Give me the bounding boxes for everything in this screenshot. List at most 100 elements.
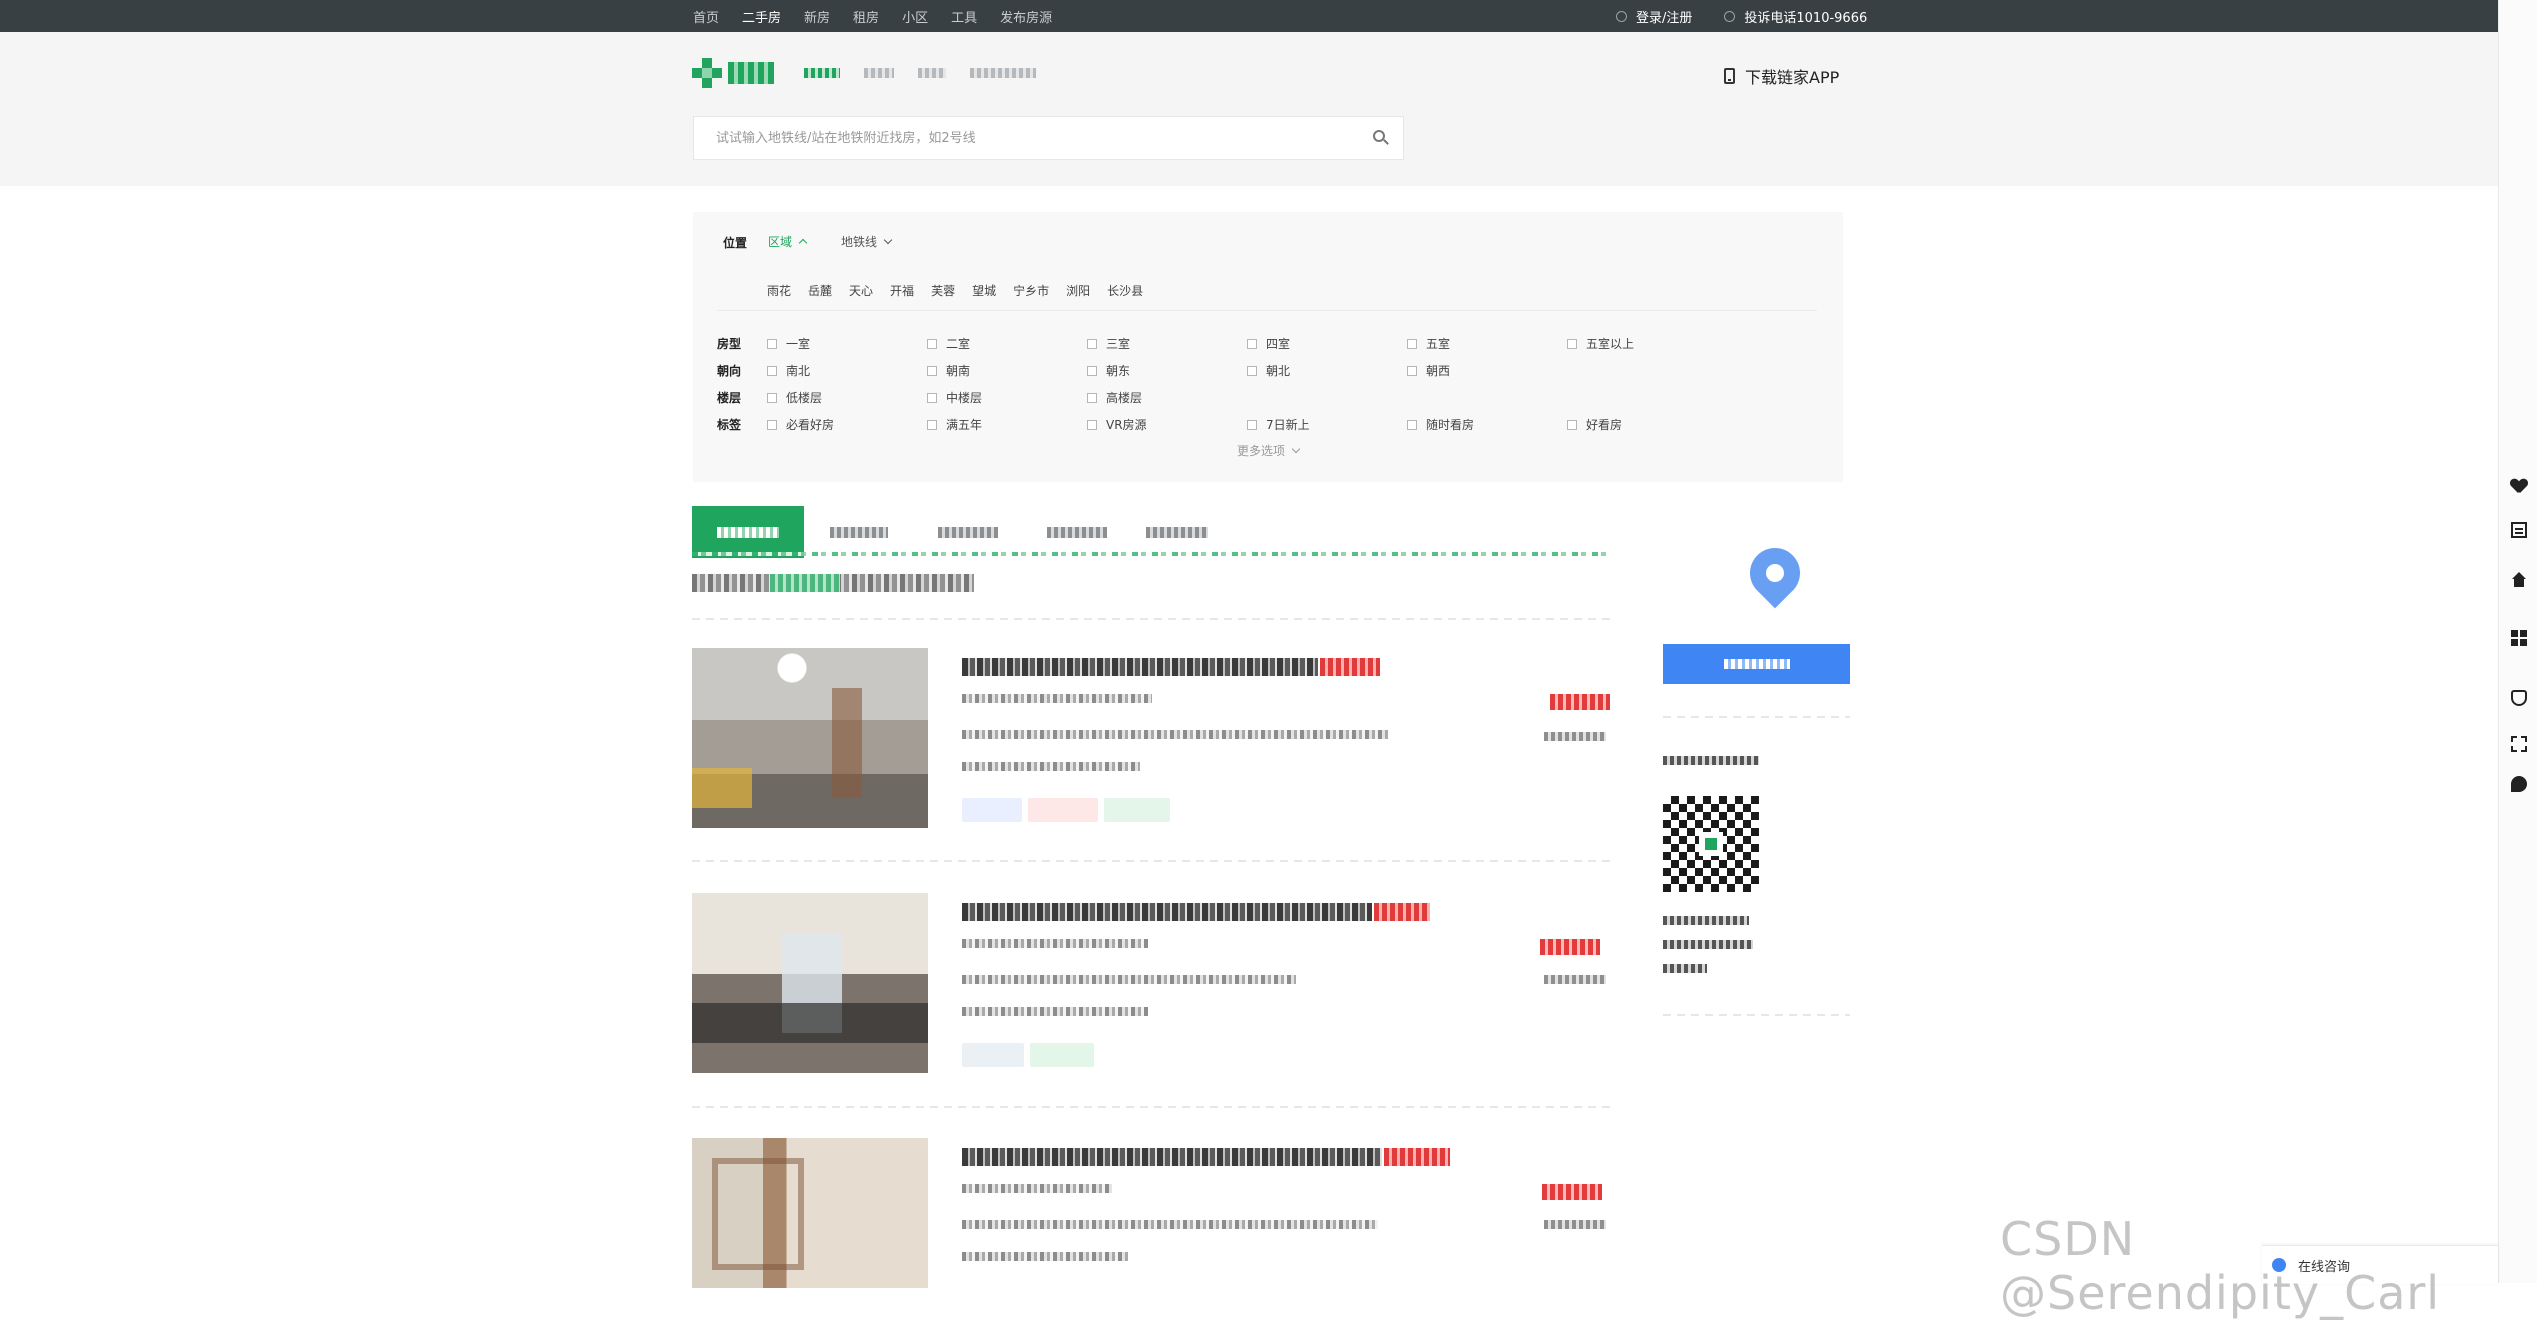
nav-rent[interactable]: 租房 — [853, 7, 879, 26]
listing-title[interactable] — [962, 903, 1430, 921]
search-icon[interactable] — [1359, 117, 1403, 159]
listing-photo[interactable] — [692, 1138, 928, 1288]
tab[interactable] — [804, 506, 914, 558]
checkbox[interactable] — [1087, 419, 1097, 430]
search-input[interactable] — [694, 117, 1359, 159]
checkbox[interactable] — [1407, 365, 1417, 376]
floating-toolbar — [2498, 0, 2537, 1283]
filter-option-floor[interactable]: 中楼层 — [927, 389, 982, 406]
checkbox[interactable] — [927, 419, 937, 430]
nav-home[interactable]: 首页 — [693, 7, 719, 26]
listing-unit-price — [1544, 732, 1606, 741]
checkbox[interactable] — [1087, 365, 1097, 376]
district-item[interactable]: 长沙县 — [1107, 282, 1143, 299]
login-link[interactable]: 登录/注册 — [1636, 7, 1692, 26]
favorites-button[interactable] — [2499, 478, 2537, 494]
district-item[interactable]: 芙蓉 — [931, 282, 955, 299]
district-item[interactable]: 望城 — [972, 282, 996, 299]
sort-bar[interactable] — [692, 552, 1610, 556]
more-options-button[interactable]: 更多选项 — [1237, 442, 1301, 459]
listing-info — [962, 975, 1296, 984]
checkbox[interactable] — [1567, 338, 1577, 349]
filter-option-tag[interactable]: 好看房 — [1567, 416, 1622, 433]
logo-city-selector[interactable] — [804, 68, 1060, 78]
listing-unit-price — [1544, 975, 1606, 984]
checkbox[interactable] — [927, 338, 937, 349]
filter-tab-district[interactable]: 区域 — [768, 233, 808, 250]
sell-house-button[interactable] — [2499, 572, 2537, 590]
security-button[interactable] — [2499, 690, 2537, 706]
filter-option-tag[interactable]: 满五年 — [927, 416, 982, 433]
district-item[interactable]: 天心 — [849, 282, 873, 299]
logo[interactable] — [692, 58, 1060, 88]
divider — [1663, 1014, 1850, 1016]
nav-tools[interactable]: 工具 — [951, 7, 977, 26]
phone-hotline-icon — [1724, 10, 1736, 22]
listing-card[interactable] — [692, 1138, 1610, 1338]
filter-option-orientation[interactable]: 朝北 — [1247, 362, 1290, 379]
filter-option-floor[interactable]: 高楼层 — [1087, 389, 1142, 406]
filter-option-tag[interactable]: 7日新上 — [1247, 416, 1310, 433]
tab[interactable] — [1132, 506, 1222, 558]
compare-button[interactable] — [2499, 522, 2537, 538]
checkbox[interactable] — [927, 392, 937, 403]
checkbox[interactable] — [1567, 419, 1577, 430]
filter-option-rooms[interactable]: 四室 — [1247, 335, 1290, 352]
checkbox[interactable] — [1247, 338, 1257, 349]
listing-title[interactable] — [962, 658, 1380, 676]
logo-wordmark — [728, 62, 774, 84]
listing-card[interactable] — [692, 893, 1610, 1093]
tab[interactable] — [1022, 506, 1132, 558]
checkbox[interactable] — [927, 365, 937, 376]
listing-community[interactable] — [962, 694, 1152, 703]
checkbox[interactable] — [1087, 338, 1097, 349]
filter-option-rooms[interactable]: 一室 — [767, 335, 810, 352]
filter-option-rooms[interactable]: 二室 — [927, 335, 970, 352]
filter-option-rooms[interactable]: 五室 — [1407, 335, 1450, 352]
listing-tags — [962, 1043, 1100, 1067]
tab[interactable] — [914, 506, 1022, 558]
filter-option-floor[interactable]: 低楼层 — [767, 389, 822, 406]
checkbox[interactable] — [1407, 338, 1417, 349]
filter-option-tag[interactable]: VR房源 — [1087, 416, 1147, 433]
district-item[interactable]: 岳麓 — [808, 282, 832, 299]
filter-option-tag[interactable]: 随时看房 — [1407, 416, 1474, 433]
listing-card[interactable] — [692, 648, 1610, 848]
checkbox[interactable] — [767, 419, 777, 430]
nav-publish[interactable]: 发布房源 — [1000, 7, 1052, 26]
district-item[interactable]: 宁乡市 — [1013, 282, 1049, 299]
filter-option-orientation[interactable]: 朝西 — [1407, 362, 1450, 379]
district-item[interactable]: 开福 — [890, 282, 914, 299]
nav-community[interactable]: 小区 — [902, 7, 928, 26]
map-search-button[interactable] — [1663, 644, 1850, 684]
tools-button[interactable] — [2499, 630, 2537, 648]
checkbox[interactable] — [1407, 419, 1417, 430]
download-app-link[interactable]: 下载链家APP — [1724, 64, 1839, 88]
checkbox[interactable] — [767, 392, 777, 403]
checkbox[interactable] — [1247, 419, 1257, 430]
district-item[interactable]: 浏阳 — [1066, 282, 1090, 299]
filter-option-orientation[interactable]: 朝东 — [1087, 362, 1130, 379]
customer-service-button[interactable] — [2499, 776, 2537, 794]
filter-tab-subway[interactable]: 地铁线 — [841, 233, 893, 250]
checkbox[interactable] — [1087, 392, 1097, 403]
listing-photo[interactable] — [692, 893, 928, 1073]
filter-option-orientation[interactable]: 朝南 — [927, 362, 970, 379]
tab-active[interactable] — [692, 506, 804, 558]
listing-title[interactable] — [962, 1148, 1450, 1166]
filter-option-orientation[interactable]: 南北 — [767, 362, 810, 379]
checkbox[interactable] — [767, 338, 777, 349]
listing-community[interactable] — [962, 939, 1148, 948]
hotline-text: 投诉电话1010-9666 — [1744, 10, 1868, 26]
checkbox[interactable] — [1247, 365, 1257, 376]
listing-photo[interactable] — [692, 648, 928, 828]
checkbox[interactable] — [767, 365, 777, 376]
nav-new-house[interactable]: 新房 — [804, 7, 830, 26]
nav-second-hand[interactable]: 二手房 — [742, 7, 781, 26]
district-item[interactable]: 雨花 — [767, 282, 791, 299]
filter-option-tag[interactable]: 必看好房 — [767, 416, 834, 433]
scan-button[interactable] — [2499, 736, 2537, 752]
filter-option-rooms[interactable]: 三室 — [1087, 335, 1130, 352]
filter-option-rooms[interactable]: 五室以上 — [1567, 335, 1634, 352]
listing-community[interactable] — [962, 1184, 1112, 1193]
